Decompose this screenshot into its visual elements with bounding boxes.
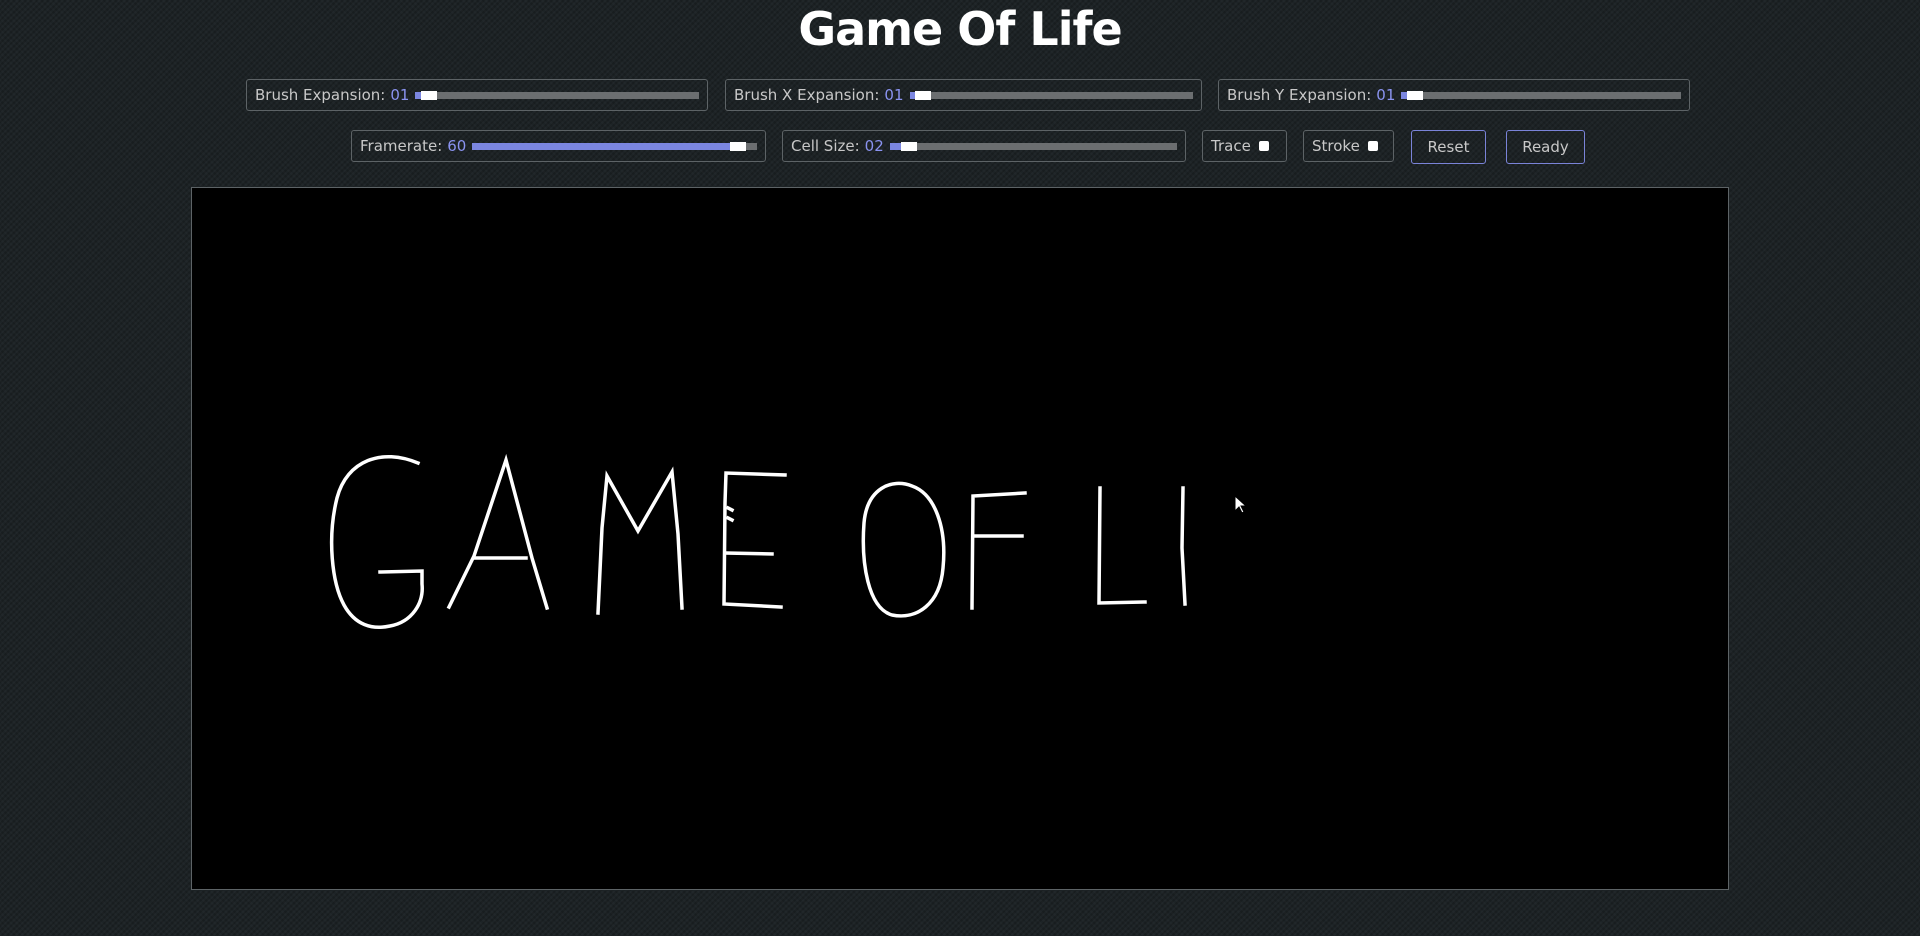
cell-size-track[interactable] — [889, 141, 1177, 151]
trace-checkbox[interactable] — [1258, 141, 1269, 151]
trace-toggle[interactable]: Trace — [1202, 130, 1287, 162]
brush-expansion-value: 01 — [390, 86, 410, 104]
stroke-toggle[interactable]: Stroke — [1303, 130, 1394, 162]
cell-size-thumb[interactable] — [900, 141, 917, 151]
game-canvas[interactable] — [191, 187, 1729, 890]
cells-letter-f — [970, 491, 1027, 610]
framerate-slider[interactable]: Framerate: 60 — [351, 130, 766, 162]
brush-y-expansion-label: Brush Y Expansion: — [1227, 86, 1372, 104]
brush-x-expansion-track[interactable] — [909, 90, 1193, 100]
brush-x-expansion-slider[interactable]: Brush X Expansion: 01 — [725, 79, 1202, 111]
framerate-label: Framerate: — [360, 137, 443, 155]
brush-expansion-slider[interactable]: Brush Expansion: 01 — [246, 79, 708, 111]
canvas-drawing — [329, 453, 1187, 629]
brush-y-expansion-slider[interactable]: Brush Y Expansion: 01 — [1218, 79, 1690, 111]
brush-y-expansion-value: 01 — [1376, 86, 1396, 104]
cell-size-value: 02 — [864, 137, 884, 155]
cells-letter-g — [329, 454, 424, 629]
cells-letter-a — [446, 453, 550, 611]
cell-size-label: Cell Size: — [791, 137, 860, 155]
cells-letter-l — [1097, 486, 1147, 605]
brush-x-expansion-thumb[interactable] — [914, 90, 931, 100]
mouse-cursor-icon — [1234, 495, 1248, 514]
page-title: Game Of Life — [798, 2, 1122, 56]
framerate-thumb[interactable] — [730, 141, 747, 151]
brush-x-expansion-value: 01 — [884, 86, 904, 104]
brush-x-expansion-label: Brush X Expansion: — [734, 86, 880, 104]
cells-letter-e — [722, 471, 787, 609]
brush-expansion-label: Brush Expansion: — [255, 86, 386, 104]
trace-label: Trace — [1211, 137, 1251, 155]
brush-y-expansion-thumb[interactable] — [1406, 90, 1423, 100]
stroke-label: Stroke — [1312, 137, 1360, 155]
framerate-value: 60 — [447, 137, 467, 155]
cells-letter-i — [1180, 486, 1187, 606]
reset-button[interactable]: Reset — [1411, 130, 1486, 164]
stroke-checkbox[interactable] — [1367, 141, 1378, 151]
cells-letter-o — [861, 481, 946, 618]
cell-size-slider[interactable]: Cell Size: 02 — [782, 130, 1186, 162]
brush-expansion-thumb[interactable] — [420, 90, 437, 100]
brush-y-expansion-track[interactable] — [1401, 90, 1681, 100]
brush-expansion-track[interactable] — [415, 90, 699, 100]
cells-letter-m — [596, 466, 684, 615]
ready-button[interactable]: Ready — [1506, 130, 1585, 164]
framerate-track[interactable] — [472, 141, 757, 151]
